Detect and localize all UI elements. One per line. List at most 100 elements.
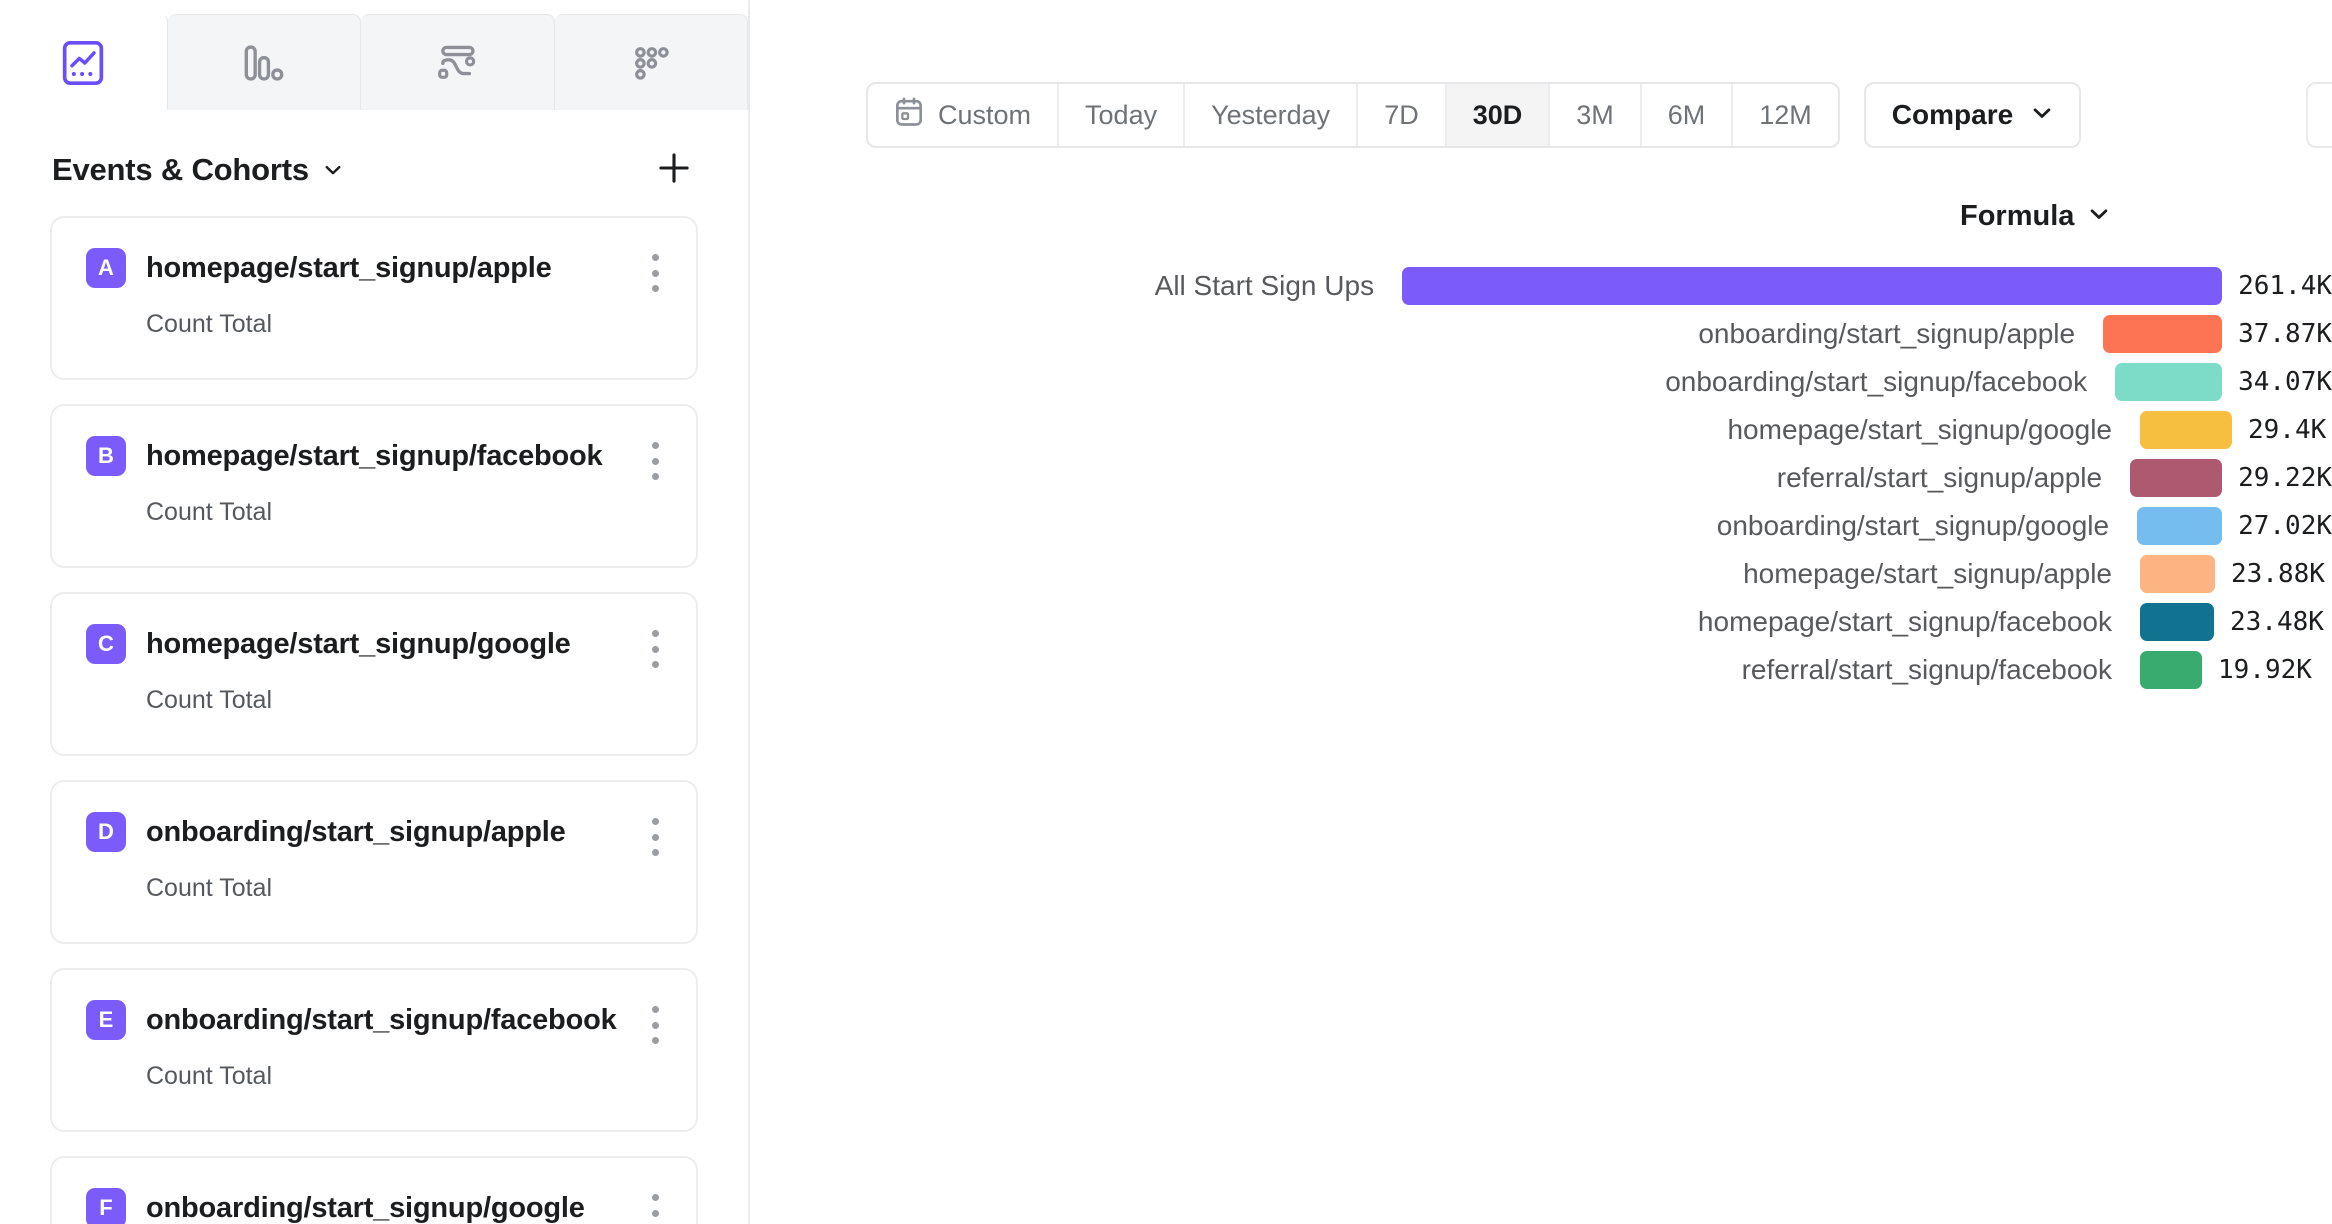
event-letter-badge: F [86, 1188, 126, 1224]
bar-category-label: referral/start_signup/apple [750, 462, 2130, 494]
event-menu-icon[interactable] [648, 254, 662, 292]
bar-track: 261.4K [1402, 267, 2332, 305]
add-event-button[interactable] [652, 148, 696, 192]
event-card-list: A homepage/start_signup/apple Count Tota… [0, 216, 748, 1224]
event-card[interactable]: E onboarding/start_signup/facebook Count… [50, 968, 698, 1132]
bar-track: 23.48K [2140, 603, 2332, 641]
bar-chart-icon [241, 43, 287, 83]
date-range-custom-label: Custom [938, 100, 1031, 131]
bar-category-label: referral/start_signup/facebook [750, 654, 2140, 686]
event-measure: Count Total [146, 310, 662, 339]
chevron-down-icon [2031, 99, 2053, 131]
event-card-header: A homepage/start_signup/apple [86, 248, 662, 288]
bar-category-label: homepage/start_signup/apple [750, 558, 2140, 590]
bar-track: 23.88K [2140, 555, 2332, 593]
bar-track: 19.92K [2140, 651, 2332, 689]
event-card[interactable]: D onboarding/start_signup/apple Count To… [50, 780, 698, 944]
compare-button[interactable]: Compare [1864, 82, 2081, 148]
date-range-6m[interactable]: 6M [1642, 84, 1734, 146]
date-range-today[interactable]: Today [1059, 84, 1185, 146]
bar-chart-row[interactable]: homepage/start_signup/apple 23.88K [750, 550, 2332, 598]
bar-track: 34.07K [2115, 363, 2332, 401]
date-range-toolbar: Custom Today Yesterday 7D 30D 3M 6M 12M … [866, 82, 2081, 148]
date-range-segmented-control: Custom Today Yesterday 7D 30D 3M 6M 12M [866, 82, 1840, 148]
bar-chart-row[interactable]: referral/start_signup/apple 29.22K [750, 454, 2332, 502]
bar-segment[interactable] [2103, 315, 2222, 353]
event-measure: Count Total [146, 498, 662, 527]
bar-value-label: 29.4K [2248, 415, 2326, 445]
calendar-icon [894, 96, 924, 135]
bar-track: 29.22K [2130, 459, 2332, 497]
event-card[interactable]: A homepage/start_signup/apple Count Tota… [50, 216, 698, 380]
bar-chart-row[interactable]: onboarding/start_signup/google 27.02K [750, 502, 2332, 550]
event-letter-badge: D [86, 812, 126, 852]
event-menu-icon[interactable] [648, 442, 662, 480]
bar-segment[interactable] [2137, 507, 2222, 545]
bar-chart-row[interactable]: All Start Sign Ups261.4K [750, 262, 2332, 310]
event-name: homepage/start_signup/google [146, 628, 571, 661]
funnel-flow-tab[interactable] [361, 14, 554, 110]
line-chart-tab[interactable] [0, 14, 168, 110]
bar-value-label: 23.48K [2230, 607, 2324, 637]
retention-grid-tab[interactable] [555, 14, 748, 110]
bar-category-label: All Start Sign Ups [750, 270, 1402, 302]
bar-segment[interactable] [1402, 267, 2222, 305]
bar-value-label: 23.88K [2231, 559, 2325, 589]
bar-chart-tab[interactable] [168, 14, 361, 110]
bar-category-label: onboarding/start_signup/apple [750, 318, 2103, 350]
main-panel: Custom Today Yesterday 7D 30D 3M 6M 12M … [750, 0, 2332, 1224]
events-cohorts-header: Events & Cohorts [0, 124, 748, 216]
event-measure: Count Total [146, 874, 662, 903]
bar-chart-row[interactable]: onboarding/start_signup/apple37.87K [750, 310, 2332, 358]
bar-category-label: onboarding/start_signup/google [750, 510, 2137, 542]
event-menu-icon[interactable] [648, 630, 662, 668]
horizontal-bar-chart: All Start Sign Ups261.4Konboarding/start… [750, 262, 2332, 694]
bar-segment[interactable] [2140, 603, 2214, 641]
event-name: homepage/start_signup/apple [146, 252, 552, 285]
formula-column-header[interactable]: Formula [1960, 200, 2110, 233]
event-card-header: E onboarding/start_signup/facebook [86, 1000, 662, 1040]
chart-column-headers: Formula Value [750, 200, 2332, 240]
events-cohorts-dropdown[interactable]: Events & Cohorts [52, 152, 343, 188]
event-card[interactable]: F onboarding/start_signup/google Count T… [50, 1156, 698, 1224]
bar-segment[interactable] [2140, 411, 2232, 449]
bar-segment[interactable] [2130, 459, 2222, 497]
event-letter-badge: B [86, 436, 126, 476]
date-range-12m[interactable]: 12M [1733, 84, 1838, 146]
date-range-custom[interactable]: Custom [868, 84, 1059, 146]
event-menu-icon[interactable] [648, 1006, 662, 1044]
event-name: onboarding/start_signup/google [146, 1192, 585, 1224]
bar-category-label: homepage/start_signup/google [750, 414, 2140, 446]
date-range-7d[interactable]: 7D [1358, 84, 1447, 146]
date-range-3m[interactable]: 3M [1550, 84, 1642, 146]
formula-column-label: Formula [1960, 200, 2074, 233]
sidebar: Events & Cohorts A homepage/start_signup… [0, 0, 750, 1224]
analytics-page: Events & Cohorts A homepage/start_signup… [0, 0, 2332, 1224]
date-range-30d[interactable]: 30D [1447, 84, 1551, 146]
bar-chart-row[interactable]: referral/start_signup/facebook19.92K [750, 646, 2332, 694]
bar-segment[interactable] [2140, 555, 2215, 593]
event-menu-icon[interactable] [648, 1194, 662, 1224]
date-range-yesterday[interactable]: Yesterday [1185, 84, 1358, 146]
bar-chart-row[interactable]: onboarding/start_signup/facebook34.07K [750, 358, 2332, 406]
event-card[interactable]: B homepage/start_signup/facebook Count T… [50, 404, 698, 568]
dot-grid-icon [628, 43, 674, 83]
bar-track: 29.4K [2140, 411, 2332, 449]
bar-value-label: 34.07K [2238, 367, 2332, 397]
event-measure: Count Total [146, 686, 662, 715]
event-card-header: D onboarding/start_signup/apple [86, 812, 662, 852]
event-card[interactable]: C homepage/start_signup/google Count Tot… [50, 592, 698, 756]
bar-segment[interactable] [2115, 363, 2222, 401]
event-letter-badge: C [86, 624, 126, 664]
bar-chart-row[interactable]: homepage/start_signup/facebook23.48K [750, 598, 2332, 646]
event-card-header: B homepage/start_signup/facebook [86, 436, 662, 476]
event-menu-icon[interactable] [648, 818, 662, 856]
bar-value-label: 27.02K [2238, 511, 2332, 541]
bar-chart-row[interactable]: homepage/start_signup/google 29.4K [750, 406, 2332, 454]
toolbar-overflow-button[interactable] [2306, 82, 2332, 148]
bar-segment[interactable] [2140, 651, 2202, 689]
event-name: homepage/start_signup/facebook [146, 440, 603, 473]
event-letter-badge: A [86, 248, 126, 288]
bar-value-label: 29.22K [2238, 463, 2332, 493]
page-title: Events & Cohorts [52, 152, 309, 188]
